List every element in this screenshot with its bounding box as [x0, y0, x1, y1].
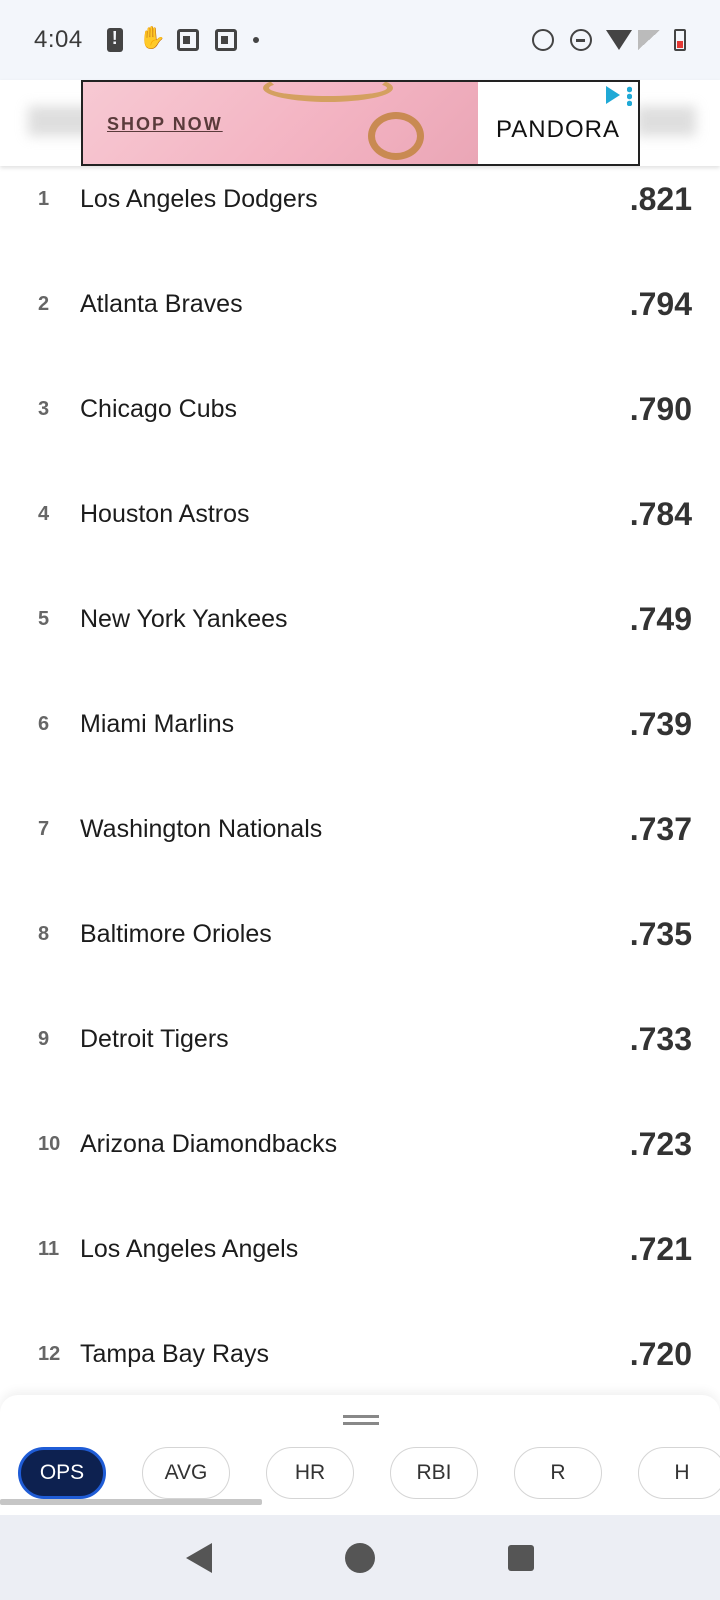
rank-number: 1	[38, 188, 50, 210]
stat-value: .790	[629, 391, 692, 427]
stat-value: .733	[629, 1021, 692, 1057]
team-name[interactable]: Los Angeles Angels	[80, 1235, 720, 1264]
ad-more-icon[interactable]	[627, 86, 632, 106]
list-item[interactable]: 8 Baltimore Orioles .735	[0, 882, 720, 987]
news-notification-icon	[176, 29, 199, 51]
status-time: 4:04	[34, 26, 83, 53]
bracelet-image	[263, 82, 393, 102]
team-name[interactable]: Miami Marlins	[80, 710, 720, 739]
back-icon[interactable]	[186, 1542, 213, 1573]
chip-h[interactable]: H	[638, 1447, 720, 1499]
alarm-icon	[532, 29, 554, 51]
list-item[interactable]: 12 Tampa Bay Rays .720	[0, 1302, 720, 1407]
rank-number: 10	[38, 1133, 61, 1155]
list-item[interactable]: 4 Houston Astros .784	[0, 462, 720, 567]
chip-rbi[interactable]: RBI	[390, 1447, 478, 1499]
rank-number: 3	[38, 398, 50, 420]
home-icon[interactable]	[344, 1542, 375, 1573]
stat-value: .723	[629, 1126, 692, 1162]
hand-notification-icon	[139, 25, 166, 51]
stat-chip-row[interactable]: OPS AVG HR RBI R H	[18, 1447, 720, 1499]
stat-value: .720	[629, 1336, 692, 1372]
list-item[interactable]: 2 Atlanta Braves .794	[0, 252, 720, 357]
chip-ops[interactable]: OPS	[18, 1447, 106, 1499]
ad-choices-icon[interactable]	[606, 86, 620, 104]
more-notifications-dot-icon	[252, 37, 259, 43]
system-status-icons	[532, 29, 686, 51]
header-right-blurred	[636, 106, 696, 136]
stat-value: .784	[629, 496, 692, 532]
stat-value: .749	[629, 601, 692, 637]
chip-hr[interactable]: HR	[266, 1447, 354, 1499]
team-name[interactable]: Detroit Tigers	[80, 1025, 720, 1054]
team-name[interactable]: Baltimore Orioles	[80, 920, 720, 949]
rank-number: 7	[38, 818, 50, 840]
rank-number: 9	[38, 1028, 50, 1050]
stat-value: .739	[629, 706, 692, 742]
team-name[interactable]: Washington Nationals	[80, 815, 720, 844]
chip-scroll-indicator[interactable]	[0, 1499, 262, 1505]
system-nav-bar	[0, 1515, 720, 1600]
cell-signal-icon	[638, 30, 660, 50]
team-name[interactable]: Tampa Bay Rays	[80, 1340, 720, 1369]
recents-icon[interactable]	[507, 1544, 534, 1571]
stat-value: .735	[629, 916, 692, 952]
stat-selector-sheet: OPS AVG HR RBI R H	[0, 1395, 720, 1515]
list-item[interactable]: 6 Miami Marlins .739	[0, 672, 720, 777]
list-item[interactable]: 5 New York Yankees .749	[0, 567, 720, 672]
list-item[interactable]: 1 Los Angeles Dodgers .821	[0, 147, 720, 252]
team-name[interactable]: Houston Astros	[80, 500, 720, 529]
team-rankings-list: 1 Los Angeles Dodgers .821 2 Atlanta Bra…	[0, 147, 720, 1407]
list-item[interactable]: 11 Los Angeles Angels .721	[0, 1197, 720, 1302]
team-name[interactable]: Atlanta Braves	[80, 290, 720, 319]
team-name[interactable]: New York Yankees	[80, 605, 720, 634]
rank-number: 8	[38, 923, 50, 945]
list-item[interactable]: 10 Arizona Diamondbacks .723	[0, 1092, 720, 1197]
rank-number: 5	[38, 608, 50, 630]
rank-number: 6	[38, 713, 50, 735]
do-not-disturb-icon	[570, 29, 592, 51]
status-bar: 4:04	[0, 0, 720, 80]
chip-r[interactable]: R	[514, 1447, 602, 1499]
stat-value: .721	[629, 1231, 692, 1267]
drag-handle-icon[interactable]	[343, 1415, 379, 1425]
ad-brand-name: PANDORA	[496, 116, 620, 143]
alert-notification-icon	[106, 28, 123, 52]
battery-icon	[674, 29, 686, 51]
team-name[interactable]: Arizona Diamondbacks	[80, 1130, 720, 1159]
team-name[interactable]: Los Angeles Dodgers	[80, 185, 720, 214]
list-item[interactable]: 9 Detroit Tigers .733	[0, 987, 720, 1092]
rank-number: 2	[38, 293, 50, 315]
wifi-icon	[606, 30, 632, 50]
chip-avg[interactable]: AVG	[142, 1447, 230, 1499]
list-item[interactable]: 3 Chicago Cubs .790	[0, 357, 720, 462]
rank-number: 11	[38, 1238, 60, 1260]
stat-value: .794	[629, 286, 692, 322]
team-name[interactable]: Chicago Cubs	[80, 395, 720, 424]
stat-value: .821	[629, 181, 692, 217]
rank-number: 12	[38, 1343, 61, 1365]
ad-shop-now-link[interactable]: SHOP NOW	[107, 114, 223, 135]
list-item[interactable]: 7 Washington Nationals .737	[0, 777, 720, 882]
rank-number: 4	[38, 503, 50, 525]
stat-value: .737	[629, 811, 692, 847]
news-notification-icon-2	[214, 29, 237, 51]
